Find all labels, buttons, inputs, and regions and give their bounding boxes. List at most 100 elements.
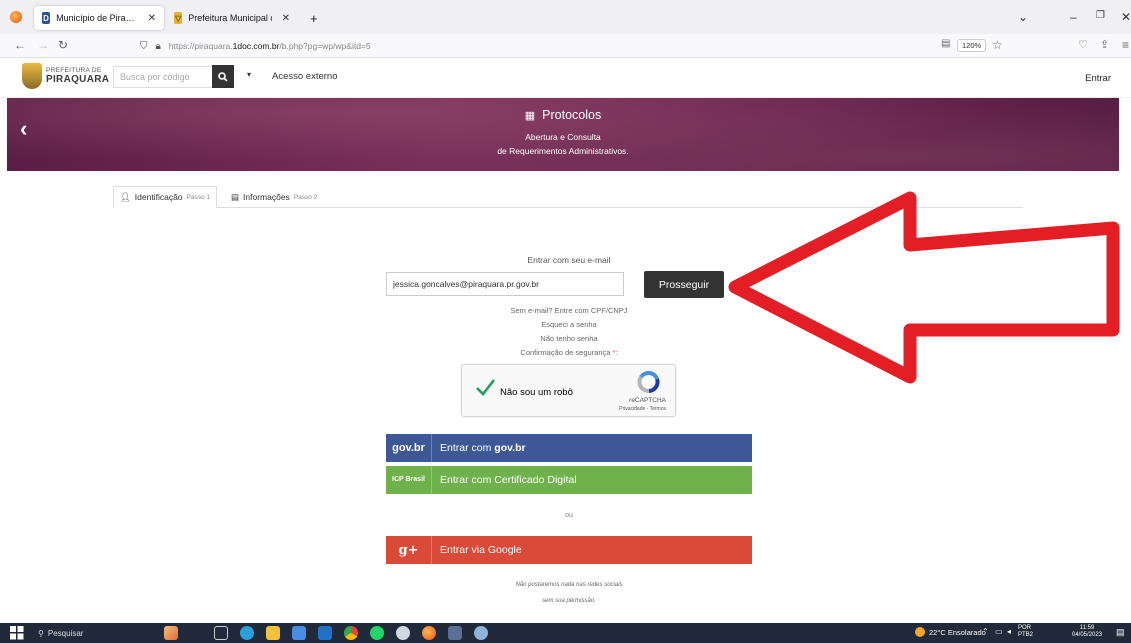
volume-icon[interactable]: ◂ (1007, 627, 1011, 636)
clock-date: 04/05/2023 (1072, 632, 1103, 638)
firefox-icon (10, 11, 22, 23)
no-password-link[interactable]: Não tenho senha (386, 334, 752, 343)
step-sub: Passo 2 (293, 193, 318, 201)
store-icon[interactable] (292, 626, 306, 640)
cpf-login-link[interactable]: Sem e-mail? Entre com CPF/CNPJ (386, 306, 752, 315)
close-icon[interactable]: ✕ (282, 13, 290, 24)
prefeitura-favicon-icon: ▽ (174, 12, 183, 24)
step-label: Identificação (134, 192, 183, 202)
taskbar-clock[interactable]: 11:59 04/05/2023 (1072, 625, 1102, 639)
email-label: Entrar com seu e-mail (527, 255, 611, 265)
new-tab-button[interactable]: + (302, 6, 326, 30)
site-header: PREFEITURA DE PIRAQUARA Busca por código… (0, 58, 1131, 98)
weather-text: 22°C Ensolarado (929, 627, 986, 637)
certificado-digital-button[interactable]: ICP Brasil Entrar com Certificado Digita… (386, 466, 752, 494)
banner-subtitle-2: de Requerimentos Administrativos. (497, 146, 629, 156)
pocket-icon[interactable]: ♡ (1078, 38, 1088, 51)
search-icon: ⚲ (38, 628, 44, 638)
taskbar-search-label: Pesquisar (47, 628, 84, 638)
red-arrow-annotation (728, 191, 1120, 384)
onedoc-favicon-icon: D (42, 12, 51, 24)
tab-label: Prefeitura Municipal de Piraqu (188, 13, 271, 23)
external-access-link[interactable]: Acesso externo (272, 71, 337, 82)
tab-list-icon[interactable]: ⌄ (1018, 10, 1028, 24)
network-icon[interactable]: ▭ (995, 627, 1003, 636)
govbr-logo-icon: gov.br (386, 434, 432, 462)
tab-municipio[interactable]: D Município de Piraquara | 1Doc ✕ (34, 6, 164, 30)
close-icon[interactable]: ✕ (148, 13, 156, 24)
maximize-icon[interactable]: ❐ (1096, 10, 1105, 21)
icp-label: Entrar com Certificado Digital (440, 474, 577, 486)
checkmark-icon[interactable] (474, 376, 496, 398)
recaptcha-widget: Não sou um robô reCAPTCHA Privacidade - … (461, 364, 676, 417)
paint-icon[interactable] (474, 626, 488, 640)
disclaimer-line1: Não postaremos nada nas redes sociais (515, 582, 623, 588)
city-emblem-icon (22, 63, 42, 89)
zoom-level[interactable]: 120% (957, 39, 987, 52)
lang-line2: PTB2 (1018, 632, 1034, 638)
prefeitura-logo[interactable]: PREFEITURA DE PIRAQUARA (22, 63, 109, 89)
navigation-bar: ← → ↻ ⛉ 🔒︎ https://piraquara.1doc.com.br… (0, 34, 1131, 58)
search-button[interactable] (212, 65, 234, 88)
icp-brasil-logo-icon: ICP Brasil (386, 466, 432, 494)
login-link[interactable]: Entrar (1085, 73, 1111, 84)
calculator-icon[interactable] (448, 626, 462, 640)
banner-subtitle-1: Abertura e Consulta (525, 132, 601, 142)
chrome-icon[interactable] (344, 626, 358, 640)
firefox-taskbar-icon[interactable] (422, 626, 436, 640)
task-view-icon[interactable] (214, 626, 228, 640)
menu-icon[interactable]: ≡ (1122, 38, 1129, 52)
caret-down-icon[interactable]: ▾ (247, 70, 251, 79)
protocol-banner: ‹ ▦ Protocolos Abertura e Consulta de Re… (7, 98, 1119, 171)
google-login-button[interactable]: g+ Entrar via Google (386, 536, 752, 564)
address-bar[interactable]: ⛉ 🔒︎ https://piraquara.1doc.com.br/b.php… (140, 37, 1020, 55)
tab-informacoes[interactable]: ▤ Informações Passo 2 (225, 186, 323, 208)
app-icon[interactable] (396, 626, 410, 640)
recaptcha-brand: reCAPTCHA (629, 397, 666, 404)
weather-widget[interactable]: 22°C Ensolarado (915, 627, 986, 637)
logo-line1: PREFEITURA DE (46, 67, 102, 74)
mail-icon[interactable] (318, 626, 332, 640)
widgets-icon[interactable] (164, 626, 178, 640)
sun-icon (915, 627, 925, 637)
search-input[interactable]: Busca por código (113, 66, 213, 88)
browser-tab-strip: D Município de Piraquara | 1Doc ✕ ▽ Pref… (0, 0, 1131, 34)
taskbar-search[interactable]: ⚲ Pesquisar (38, 625, 148, 641)
email-field[interactable] (386, 272, 624, 296)
whatsapp-icon[interactable] (370, 626, 384, 640)
reader-view-icon[interactable]: ▤ (941, 38, 950, 49)
clock-time: 11:59 (1079, 625, 1095, 631)
forgot-password-link[interactable]: Esqueci a senha (386, 320, 752, 329)
search-icon (218, 71, 228, 82)
forward-icon[interactable]: → (37, 38, 49, 52)
url-text: https://piraquara.1doc.com.br/b.php?pg=w… (168, 41, 371, 51)
logo-line2: PIRAQUARA (46, 74, 110, 85)
notifications-icon[interactable]: ▤ (1116, 627, 1125, 638)
lock-icon: 🔒︎ (155, 40, 161, 52)
lang-line1: POR (1018, 625, 1032, 631)
recaptcha-terms-link[interactable]: Privacidade - Termos (619, 406, 666, 412)
back-icon[interactable]: ← (14, 38, 26, 52)
close-window-icon[interactable]: ✕ (1121, 10, 1131, 24)
govbr-login-button[interactable]: gov.br Entrar com gov.br (386, 434, 752, 462)
bookmark-star-icon[interactable]: ☆ (992, 38, 1003, 52)
tab-identificacao[interactable]: 👤︎ Identificação Passo 1 (113, 186, 218, 208)
file-explorer-icon[interactable] (266, 626, 280, 640)
minimize-icon[interactable]: – (1070, 10, 1077, 24)
windows-start-icon[interactable] (10, 626, 24, 640)
security-confirmation-label: Confirmação de segurança *: (520, 348, 618, 357)
windows-taskbar: ⚲ Pesquisar 22°C Ensolarado ⌃ ▭ ◂ POR PT… (0, 623, 1131, 643)
step-label: Informações (243, 192, 290, 202)
tab-prefeitura[interactable]: ▽ Prefeitura Municipal de Piraqu ✕ (166, 6, 298, 30)
language-indicator[interactable]: POR PTB2 (1018, 625, 1033, 639)
edge-icon[interactable] (240, 626, 254, 640)
shield-icon: ⛉ (140, 40, 148, 52)
prosseguir-button[interactable]: Prosseguir (644, 271, 724, 298)
tray-arrow-icon[interactable]: ⌃ (982, 627, 989, 636)
or-separator: ou (565, 512, 573, 519)
share-icon[interactable]: ⇪ (1100, 38, 1109, 51)
recaptcha-logo-icon (637, 371, 660, 393)
reload-icon[interactable]: ↻ (58, 38, 68, 52)
disclaimer-line2: sem sua permissão. (542, 598, 596, 604)
protocol-icon: ▦ (524, 110, 536, 122)
